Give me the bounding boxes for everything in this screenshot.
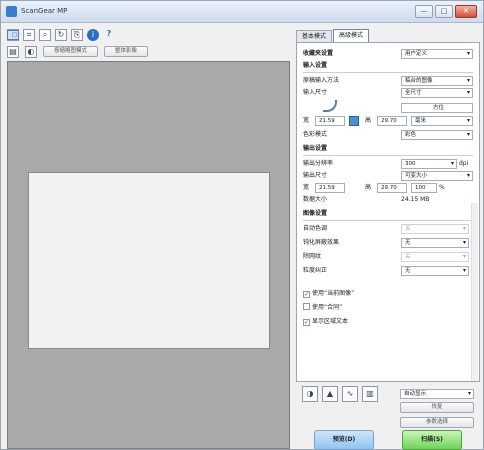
- thumbnail-mode-button[interactable]: 按缩略图模式: [43, 46, 99, 57]
- output-resolution-label: 输出分辨率: [303, 160, 334, 167]
- select-all-icon[interactable]: ▤: [7, 45, 19, 58]
- output-width-label: 宽: [303, 184, 310, 191]
- rotate-orientation-icon[interactable]: [323, 100, 337, 112]
- window-title: ScanGear MP: [21, 7, 68, 15]
- settings-scrollbar[interactable]: [471, 203, 478, 381]
- divider: [303, 72, 473, 73]
- width-label: 宽: [303, 117, 310, 124]
- crop-icon[interactable]: ⌗: [23, 29, 35, 41]
- height-label: 高: [365, 117, 372, 124]
- copy-icon[interactable]: ⎘: [71, 29, 83, 41]
- output-size-label: 输出尺寸: [303, 172, 328, 179]
- scan-button[interactable]: 扫描(S): [402, 430, 462, 450]
- aspect-lock-icon[interactable]: [349, 116, 359, 126]
- checkbox[interactable]: [303, 303, 310, 310]
- input-size-select[interactable]: 全尺寸 ▾: [401, 88, 473, 98]
- preview-toolbar: ▦ □ ⌗ ⌕ ↻ ⎘ i ?: [7, 28, 115, 42]
- color-mode-label: 色彩模式: [303, 131, 328, 138]
- maximize-button[interactable]: □: [435, 5, 453, 18]
- preview-mode-row: ▤ ◐ 按缩略图模式 整体影像: [7, 45, 149, 58]
- curve-icon[interactable]: ∿: [342, 386, 358, 402]
- brightness-icon[interactable]: ◑: [302, 386, 318, 402]
- app-window: ScanGear MP — □ ✕ ▦ □ ⌗ ⌕ ↻ ⎘ i ? ▤ ◐ 按缩…: [0, 0, 484, 450]
- divider: [303, 220, 473, 221]
- orientation-select[interactable]: 方位: [401, 103, 473, 113]
- settings-panel: 基本模式 高级模式 收藏夹设置 用户定义 ▾ 输入设置 原稿输入方法 稿台的图像 ▾…: [294, 29, 482, 450]
- input-size-label: 输入尺寸: [303, 89, 328, 96]
- preview-area[interactable]: [7, 61, 290, 449]
- checkbox[interactable]: ✓: [303, 319, 310, 326]
- output-width-input[interactable]: 21.59: [315, 183, 345, 193]
- descreen-select[interactable]: 关 ▾: [401, 252, 469, 262]
- auto-tone-select[interactable]: 关 ▾: [401, 224, 469, 234]
- checkbox[interactable]: ✓: [303, 291, 310, 298]
- whole-image-button[interactable]: 整体影像: [104, 46, 149, 57]
- advanced-settings: 收藏夹设置 用户定义 ▾ 输入设置 原稿输入方法 稿台的图像 ▾ 输入尺寸 全尺寸 ▾…: [296, 42, 480, 382]
- paper-select[interactable]: 稿台的图像 ▾: [401, 76, 473, 86]
- invert-icon[interactable]: ◐: [25, 45, 37, 58]
- reset-button[interactable]: 恢复: [400, 402, 474, 413]
- output-height-label: 高: [365, 184, 372, 191]
- threshold-icon[interactable]: ▥: [362, 386, 378, 402]
- whole-view-icon[interactable]: □: [7, 30, 19, 40]
- tab-basic-mode[interactable]: 基本模式: [296, 30, 333, 42]
- minimize-button[interactable]: —: [415, 5, 433, 18]
- favorite-select[interactable]: 用户定义 ▾: [401, 49, 473, 59]
- output-settings-header: 输出设置: [303, 145, 328, 152]
- close-button[interactable]: ✕: [455, 5, 477, 18]
- preferences-button[interactable]: 参数选择: [400, 417, 474, 428]
- output-height-input[interactable]: 29.70: [377, 183, 407, 193]
- scale-unit: %: [439, 184, 445, 191]
- title-bar: ScanGear MP — □ ✕: [1, 1, 483, 23]
- height-input[interactable]: 29.70: [377, 116, 407, 126]
- unsharp-label: 钝化屏蔽效果: [303, 239, 340, 246]
- preview-button[interactable]: 预览(D): [314, 430, 374, 450]
- data-size-label: 数据大小: [303, 196, 328, 203]
- data-size-value: 24.15 MB: [401, 196, 430, 203]
- color-mode-select[interactable]: 彩色 ▾: [401, 130, 473, 140]
- favorite-label: 收藏夹设置: [303, 50, 334, 57]
- grain-label: 粒度纠正: [303, 267, 328, 274]
- tab-advanced-mode[interactable]: 高级模式: [333, 29, 370, 42]
- output-resolution-select[interactable]: 300 ▾: [401, 159, 457, 169]
- auto-tone-label: 自动色调: [303, 225, 328, 232]
- preview-image: [28, 172, 270, 349]
- unit-select[interactable]: 毫米 ▾: [411, 116, 473, 126]
- image-settings-header: 图像设置: [303, 210, 328, 217]
- rotate-icon[interactable]: ↻: [55, 29, 67, 41]
- scale-input[interactable]: 100: [411, 183, 437, 193]
- dpi-unit: dpi: [459, 160, 469, 167]
- divider: [303, 155, 473, 156]
- app-icon: [6, 6, 17, 17]
- help-icon[interactable]: ?: [103, 29, 115, 41]
- input-settings-header: 输入设置: [303, 62, 328, 69]
- checkbox-area-text[interactable]: ✓ 显示区域文本: [303, 317, 348, 327]
- width-input[interactable]: 21.59: [315, 116, 345, 126]
- checkbox-current-image[interactable]: ✓ 使用“当前图像”: [303, 289, 354, 299]
- checkbox-contract[interactable]: 使用“合同”: [303, 303, 342, 313]
- grain-select[interactable]: 无 ▾: [401, 266, 469, 276]
- zoom-icon[interactable]: ⌕: [39, 29, 51, 41]
- mode-select[interactable]: 自动显示 ▾: [400, 389, 474, 399]
- paper-label: 原稿输入方法: [303, 77, 340, 84]
- descreen-label: 除网纹: [303, 253, 322, 260]
- histogram-icon[interactable]: ▲: [322, 386, 338, 402]
- info-icon[interactable]: i: [87, 29, 99, 41]
- unsharp-select[interactable]: 无 ▾: [401, 238, 469, 248]
- output-size-select[interactable]: 可变大小 ▾: [401, 171, 473, 181]
